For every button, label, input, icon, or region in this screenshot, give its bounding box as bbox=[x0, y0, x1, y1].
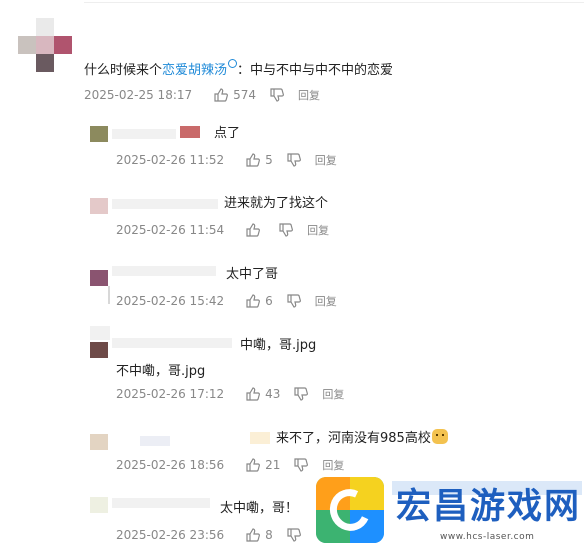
like-button[interactable]: 5 bbox=[246, 153, 273, 167]
reply-text: 中嘞，哥.jpg bbox=[240, 338, 317, 353]
comment-time: 2025-02-26 15:42 bbox=[116, 294, 225, 308]
avatar[interactable] bbox=[18, 18, 74, 72]
thread-line bbox=[108, 286, 110, 304]
dislike-button[interactable] bbox=[294, 458, 309, 472]
reply-button[interactable]: 回复 bbox=[315, 293, 337, 309]
avatar[interactable] bbox=[90, 434, 108, 450]
like-button[interactable]: 574 bbox=[214, 88, 256, 102]
reply-meta: 2025-02-26 23:56 8 bbox=[116, 528, 315, 542]
avatar[interactable] bbox=[90, 497, 108, 513]
main-comment-text: 什么时候来个恋爱胡辣汤 ：中与不中与中不中的恋爱 bbox=[84, 59, 393, 78]
thumb-down-icon bbox=[279, 223, 294, 237]
comment-time: 2025-02-25 18:17 bbox=[84, 88, 193, 102]
avatar[interactable] bbox=[90, 198, 108, 214]
thumb-down-icon bbox=[287, 294, 301, 308]
dislike-button[interactable] bbox=[287, 153, 301, 167]
reply-text-content: 来不了，河南没有985高校 bbox=[276, 431, 431, 446]
watermark-logo bbox=[316, 477, 384, 543]
comment-time: 2025-02-26 18:56 bbox=[116, 458, 225, 472]
username[interactable] bbox=[112, 338, 232, 348]
dislike-button[interactable] bbox=[294, 387, 309, 401]
thumb-up-icon bbox=[246, 223, 261, 237]
comment-time: 2025-02-26 11:52 bbox=[116, 153, 225, 167]
like-count: 6 bbox=[265, 294, 273, 308]
reply-button[interactable]: 回复 bbox=[322, 457, 344, 473]
reply-button[interactable]: 回复 bbox=[315, 152, 337, 168]
like-count: 21 bbox=[265, 458, 281, 472]
thumb-down-icon bbox=[294, 458, 309, 472]
reply-meta: 2025-02-26 18:56 21 回复 bbox=[116, 457, 344, 473]
reply-meta: 2025-02-26 15:42 6 回复 bbox=[116, 293, 337, 309]
username[interactable] bbox=[112, 498, 210, 508]
cat-emoji-icon bbox=[431, 429, 448, 444]
comment-time: 2025-02-26 17:12 bbox=[116, 387, 225, 401]
avatar[interactable] bbox=[90, 126, 108, 142]
like-button[interactable]: 43 bbox=[246, 387, 280, 401]
thumb-up-icon bbox=[214, 88, 229, 102]
like-count: 5 bbox=[265, 153, 273, 167]
username[interactable] bbox=[140, 436, 170, 446]
comment-time: 2025-02-26 23:56 bbox=[116, 528, 225, 542]
reply-text: 来不了，河南没有985高校 bbox=[276, 427, 448, 446]
top-divider bbox=[84, 2, 584, 3]
main-comment-prefix: 什么时候来个 bbox=[84, 63, 163, 78]
thumb-down-icon bbox=[294, 387, 309, 401]
like-count: 574 bbox=[233, 88, 257, 102]
reply-button[interactable]: 回复 bbox=[298, 87, 320, 103]
like-button[interactable] bbox=[246, 223, 265, 237]
reply-button[interactable]: 回复 bbox=[322, 386, 344, 402]
thumb-down-icon bbox=[270, 88, 284, 102]
reply-text: 太中了哥 bbox=[226, 267, 279, 282]
like-button[interactable]: 21 bbox=[246, 458, 280, 472]
reply-meta: 2025-02-26 11:54 回复 bbox=[116, 222, 329, 238]
reply-text: 太中嘞，哥！ bbox=[220, 501, 299, 516]
thumb-down-icon bbox=[287, 528, 301, 542]
watermark-title: 宏昌游戏网 bbox=[396, 487, 582, 527]
reply-text-line2: 不中嘞，哥.jpg bbox=[116, 364, 206, 379]
watermark-url: www.hcs-laser.com bbox=[440, 532, 535, 542]
thumb-up-icon bbox=[246, 387, 261, 401]
thumb-up-icon bbox=[246, 294, 261, 308]
like-count: 43 bbox=[265, 387, 281, 401]
like-count: 8 bbox=[265, 528, 273, 542]
avatar[interactable] bbox=[90, 270, 108, 286]
reply-meta: 2025-02-26 11:52 5 回复 bbox=[116, 152, 337, 168]
dislike-button[interactable] bbox=[287, 528, 301, 542]
reply-text: 点了 bbox=[214, 126, 241, 141]
username[interactable] bbox=[112, 266, 216, 276]
username[interactable] bbox=[112, 129, 176, 139]
thumb-up-icon bbox=[246, 458, 261, 472]
thumb-up-icon bbox=[246, 528, 261, 542]
username[interactable] bbox=[112, 199, 218, 209]
main-comment-suffix: ：中与不中与中不中的恋爱 bbox=[237, 63, 394, 78]
dislike-button[interactable] bbox=[270, 88, 284, 102]
topic-link[interactable]: 恋爱胡辣汤 bbox=[162, 63, 227, 78]
magnifier-icon bbox=[228, 59, 238, 68]
thumb-down-icon bbox=[287, 153, 301, 167]
avatar[interactable] bbox=[90, 342, 108, 358]
dislike-button[interactable] bbox=[279, 223, 294, 237]
avatar-top bbox=[90, 326, 110, 340]
like-button[interactable]: 6 bbox=[246, 294, 273, 308]
reply-text: 进来就为了找这个 bbox=[224, 196, 329, 211]
dislike-button[interactable] bbox=[287, 294, 301, 308]
user-badge bbox=[180, 126, 200, 138]
main-comment-meta: 2025-02-25 18:17 574 回复 bbox=[84, 87, 320, 103]
reply-button[interactable]: 回复 bbox=[307, 222, 329, 238]
like-button[interactable]: 8 bbox=[246, 528, 273, 542]
user-badge bbox=[250, 432, 270, 444]
comment-time: 2025-02-26 11:54 bbox=[116, 223, 225, 237]
reply-meta: 2025-02-26 17:12 43 回复 bbox=[116, 386, 344, 402]
thumb-up-icon bbox=[246, 153, 261, 167]
